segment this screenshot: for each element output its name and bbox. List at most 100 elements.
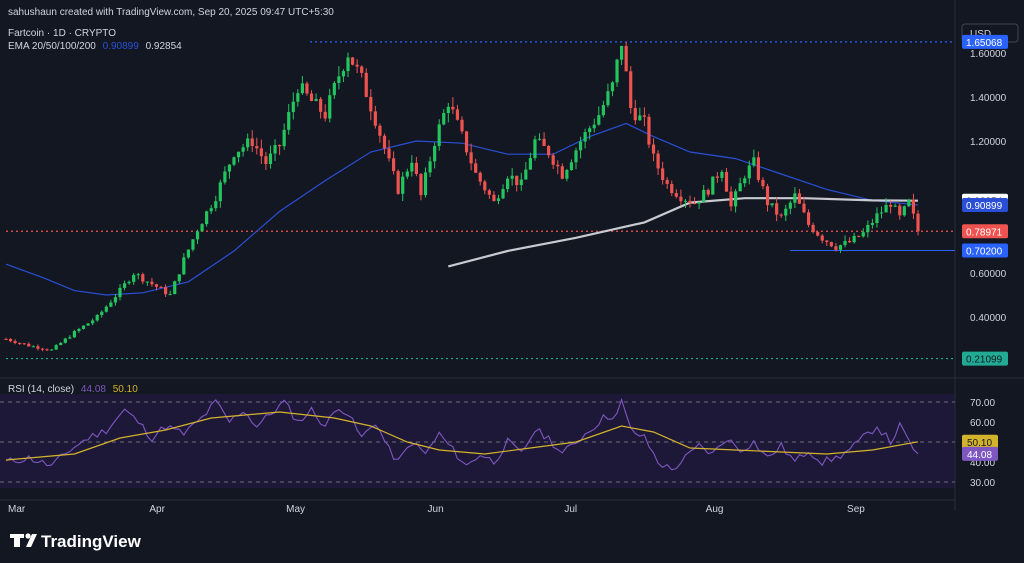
candle-body [95,314,99,321]
candle-body [27,343,31,347]
candle-body [54,345,58,350]
time-tick-label: Sep [847,504,865,515]
candle-body [250,138,254,147]
candle-body [4,339,8,340]
ema-legend-label: EMA 20/50/100/200 0.90899 0.92854 [8,41,182,52]
candle-body [218,182,222,202]
candle-body [323,111,327,119]
rsi-tick-label: 70.00 [970,398,995,409]
candle-body [674,193,678,197]
candle-body [556,164,560,167]
candle-body [195,231,200,240]
price-tick-label: 0.60000 [970,269,1007,280]
candle-body [446,106,450,114]
candle-body [661,168,665,180]
candle-body [373,111,377,126]
time-tick-label: Jun [428,504,444,515]
candle-body [542,138,546,147]
candle-body [346,57,350,72]
candle-body [720,171,724,178]
candle-body [606,91,610,106]
candle-body [405,171,409,177]
rsi-value-badge-label: 44.08 [967,450,992,461]
candle-body [597,115,601,125]
candle-body [132,274,136,282]
candle-body [287,112,291,130]
candle-body [360,66,364,73]
time-tick-label: Apr [149,504,165,515]
candle-body [565,170,569,179]
candle-body [583,132,587,142]
candle-body [665,179,669,185]
rsi-legend-title: RSI (14, close) [8,384,74,395]
candle-body [332,82,336,96]
candle-body [775,203,779,215]
candle-body [186,249,190,258]
ema-legend-title: EMA 20/50/100/200 [8,41,96,52]
candle-body [100,311,104,315]
candle-body [624,45,628,72]
candle-body [164,287,168,295]
time-tick-label: Jul [564,504,577,515]
candle-body [255,146,259,149]
candle-body [870,222,874,225]
candle-body [200,224,204,232]
price-level-label: 0.90899 [966,201,1003,212]
candle-body [843,240,847,246]
candle-body [350,57,355,65]
price-tick-label: 1.20000 [970,137,1007,148]
candle-body [638,115,642,121]
candle-body [91,320,95,324]
candle-body [159,286,163,288]
candle-body [451,106,455,110]
candle-body [72,331,76,338]
candle-body [893,205,897,207]
candle-body [551,155,555,165]
candle-body [692,203,697,205]
candle-body [702,189,706,202]
candle-body [569,162,574,171]
candle-body [22,343,26,345]
candle-body [423,172,428,196]
candle-body [610,82,615,92]
candle-body [547,146,551,156]
candle-body [227,164,232,172]
candle-body [309,93,314,101]
rsi-ma-legend-value: 50.10 [113,384,138,395]
candle-body [806,212,811,225]
time-tick-label: Aug [706,504,724,515]
tradingview-logo-dot [25,533,31,539]
candle-body [122,283,127,288]
chart-container: sahushaun created with TradingView.com, … [0,0,1024,563]
candle-body [437,124,441,146]
candle-body [104,306,108,312]
candle-body [127,281,131,284]
candle-body [560,166,564,179]
candle-body [173,281,177,295]
candle-body [77,328,81,332]
candle-body [752,157,756,166]
candle-body [816,232,820,236]
candle-body [601,105,605,116]
candle-body [50,349,54,351]
candle-body [898,205,902,216]
candle-body [414,162,418,174]
rsi-tick-label: 30.00 [970,478,995,489]
candle-body [688,200,692,204]
candle-body [578,141,583,151]
candle-body [747,165,751,179]
candle-body [296,93,300,102]
candle-body [889,204,893,207]
ema-legend-value-white: 0.92854 [146,41,183,52]
symbol-line: Fartcoin · 1D · CRYPTO [8,28,116,39]
candle-body [474,163,478,173]
candle-body [651,144,656,154]
candle-body [784,208,788,216]
candle-body [314,98,318,101]
candle-body [18,342,22,344]
candle-body [154,284,159,287]
candle-body [113,297,118,303]
price-level-label: 0.70200 [966,247,1003,258]
candle-body [282,129,286,147]
chart-svg: sahushaun created with TradingView.com, … [0,0,1024,563]
